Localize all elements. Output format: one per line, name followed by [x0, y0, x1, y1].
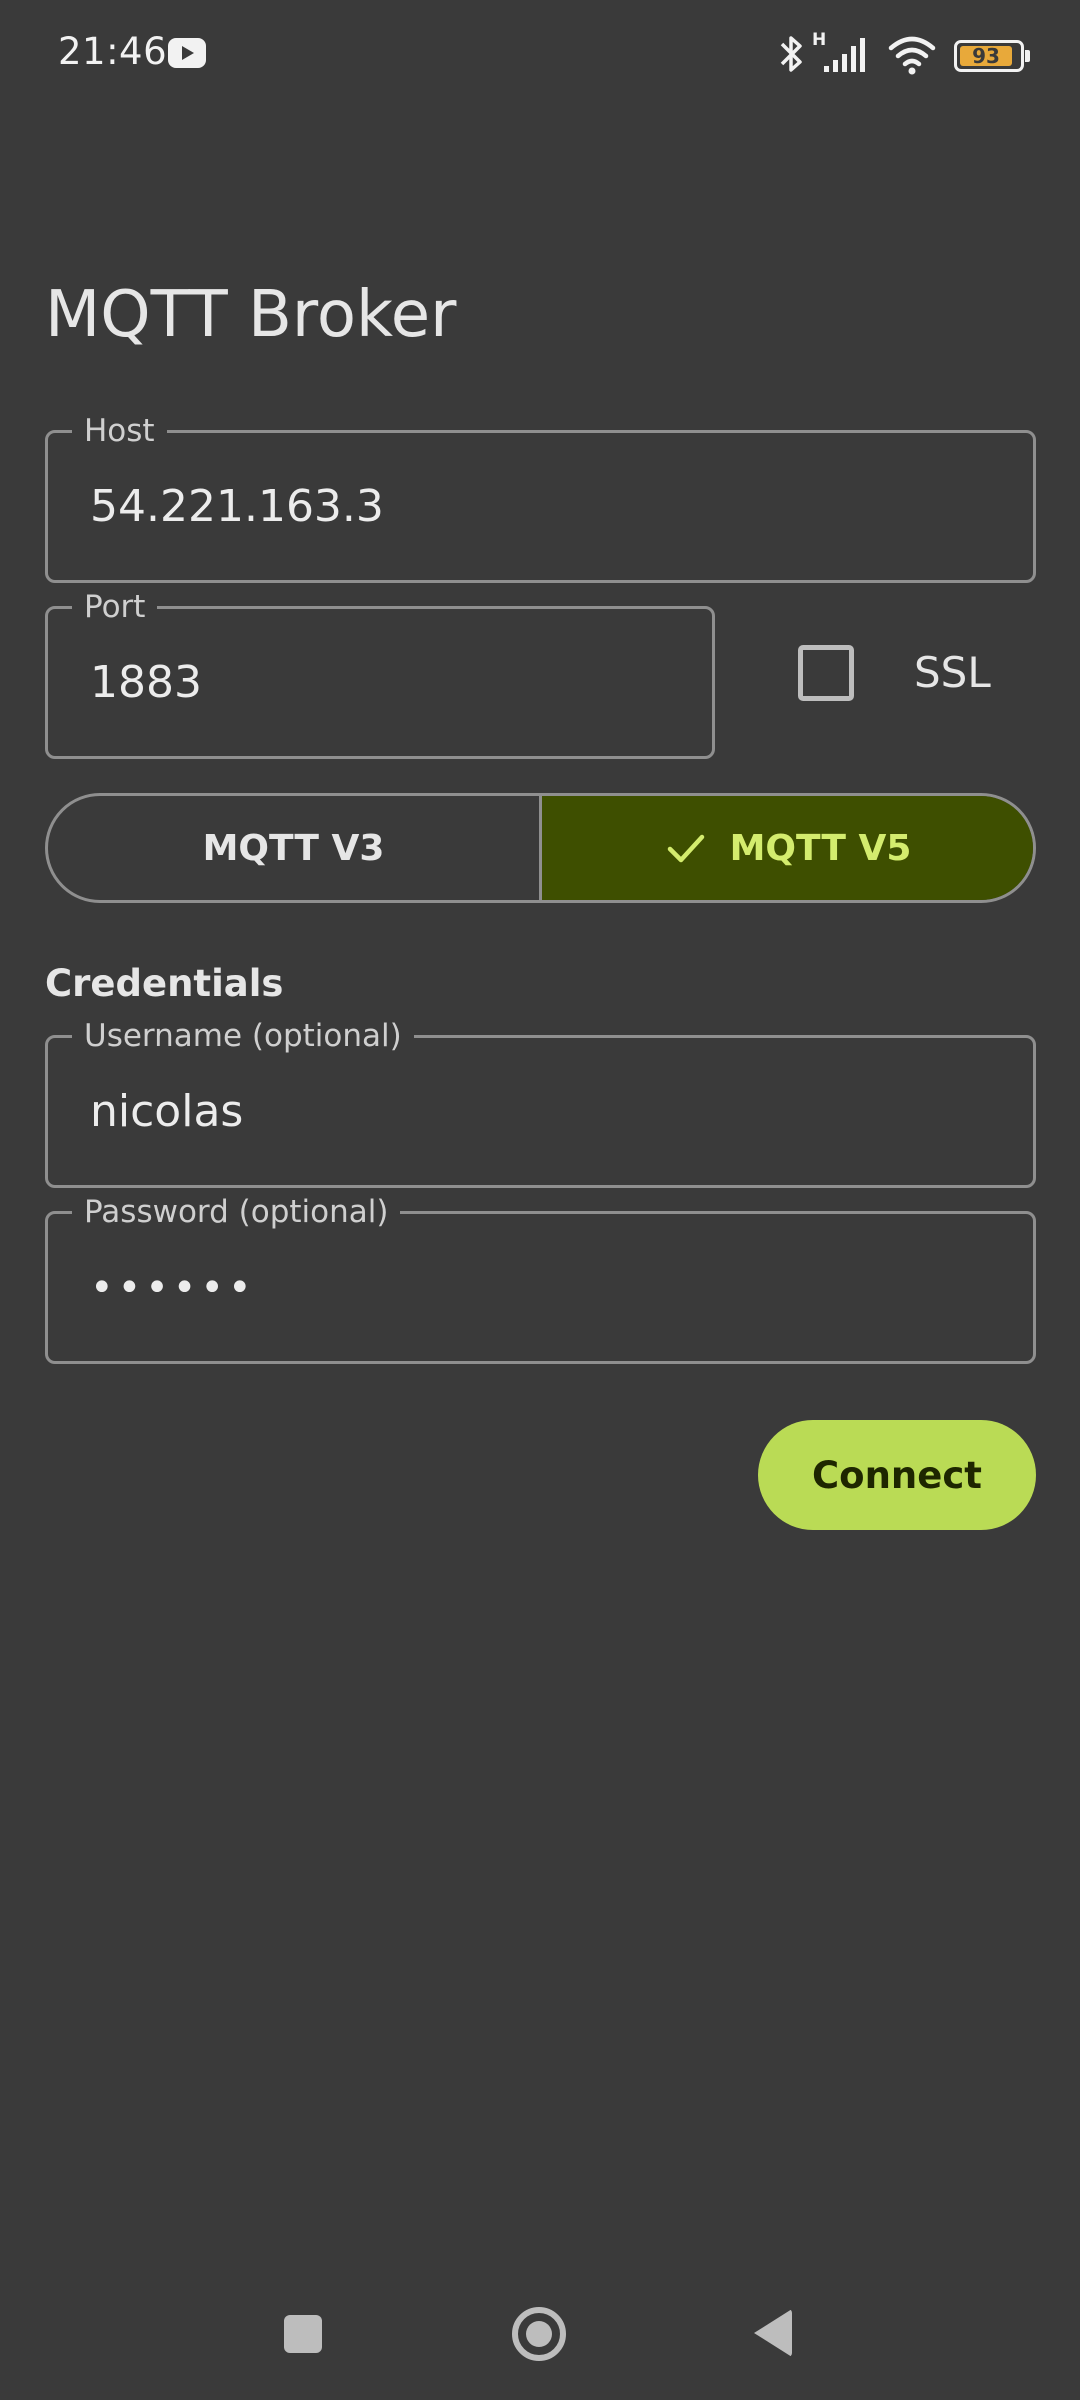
- port-field[interactable]: Port 1883: [45, 590, 715, 759]
- protocol-segmented-control: MQTT V3 MQTT V5: [45, 793, 1036, 903]
- status-bar: 21:46 H 93: [0, 0, 1080, 108]
- screen: 21:46 H 93 MQTT Broker Host 54.221.163.3…: [0, 0, 1080, 2400]
- mqtt-v3-label: MQTT V3: [202, 827, 385, 869]
- wifi-icon: [888, 36, 936, 75]
- check-icon: [667, 834, 704, 863]
- username-field[interactable]: Username (optional) nicolas: [45, 1019, 1036, 1188]
- mqtt-v5-label: MQTT V5: [729, 827, 912, 869]
- ssl-checkbox[interactable]: [798, 645, 854, 701]
- port-value[interactable]: 1883: [90, 609, 202, 756]
- youtube-icon: [168, 38, 206, 68]
- recents-button[interactable]: [284, 2315, 322, 2353]
- password-value[interactable]: ••••••: [90, 1214, 256, 1361]
- page-title: MQTT Broker: [45, 278, 457, 352]
- credentials-heading: Credentials: [45, 962, 284, 1005]
- mqtt-v5-button[interactable]: MQTT V5: [542, 796, 1033, 900]
- connect-label: Connect: [812, 1453, 982, 1497]
- bluetooth-icon: [780, 36, 802, 72]
- username-value[interactable]: nicolas: [90, 1038, 243, 1185]
- mqtt-v3-button[interactable]: MQTT V3: [48, 796, 542, 900]
- host-field[interactable]: Host 54.221.163.3: [45, 414, 1036, 583]
- home-button[interactable]: [512, 2307, 566, 2361]
- connect-button[interactable]: Connect: [758, 1420, 1036, 1530]
- status-time: 21:46: [58, 30, 168, 73]
- host-value[interactable]: 54.221.163.3: [90, 433, 384, 580]
- back-button[interactable]: [754, 2309, 792, 2357]
- status-icons: H 93: [774, 30, 1030, 76]
- battery-level: 93: [972, 44, 1000, 68]
- battery-icon: 93: [954, 40, 1030, 72]
- ssl-label[interactable]: SSL: [914, 648, 991, 697]
- signal-icon: [824, 38, 865, 72]
- password-field[interactable]: Password (optional) ••••••: [45, 1195, 1036, 1364]
